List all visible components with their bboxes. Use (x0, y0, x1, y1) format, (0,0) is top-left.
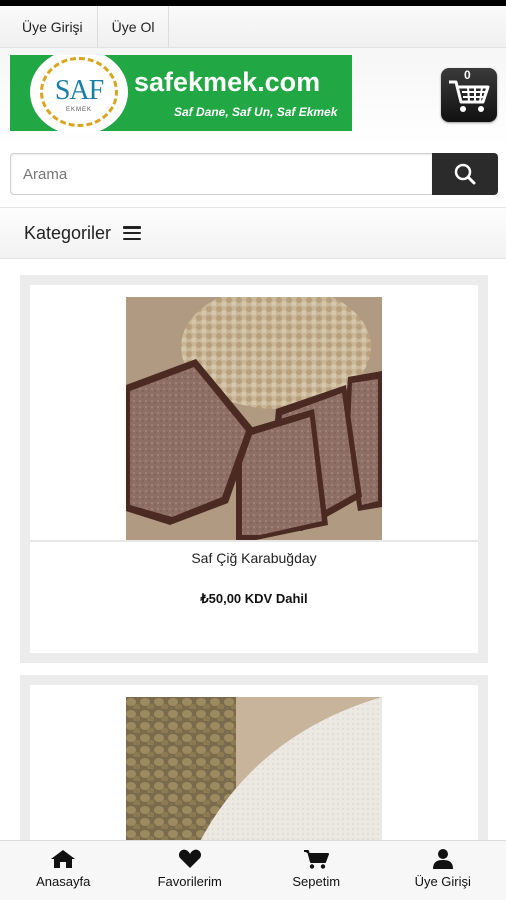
nav-home-label: Anasayfa (36, 874, 91, 889)
nav-favorites[interactable]: Favorilerim (127, 841, 254, 900)
search-input[interactable] (10, 153, 432, 195)
home-icon (51, 850, 76, 868)
search-bar (10, 153, 498, 195)
search-button[interactable] (432, 153, 498, 195)
product-image-buckwheat-flour[interactable] (126, 697, 382, 840)
nav-cart[interactable]: Sepetim (253, 841, 380, 900)
product-image-buckwheat-bread[interactable] (126, 297, 382, 540)
shopping-cart-icon (449, 80, 490, 112)
search-icon (454, 163, 476, 185)
nav-favorites-label: Favorilerim (157, 874, 222, 889)
user-icon (432, 849, 453, 869)
site-header: SAF EKMEK safekmek.com Saf Dane, Saf Un,… (0, 48, 506, 146)
categories-label: Kategoriler (24, 222, 112, 243)
site-logo[interactable]: SAF EKMEK safekmek.com Saf Dane, Saf Un,… (10, 55, 352, 131)
categories-toggle[interactable]: Kategoriler (0, 207, 506, 259)
logo-seal: SAF EKMEK (30, 55, 128, 131)
cart-icon (304, 850, 330, 869)
top-links-bar: Üye Girişi Üye Ol (0, 6, 506, 48)
cart-button[interactable]: 0 (441, 68, 497, 122)
product-price: ₺50,00 KDV Dahil (200, 591, 308, 606)
product-card[interactable]: Saf Çiğ Karabuğday ₺50,00 KDV Dahil (20, 275, 488, 663)
register-link[interactable]: Üye Ol (98, 6, 170, 47)
nav-cart-label: Sepetim (292, 874, 341, 889)
bottom-navigation: Anasayfa Favorilerim Sepetim Üye Girişi (0, 840, 506, 900)
logo-tagline: Saf Dane, Saf Un, Saf Ekmek (174, 105, 338, 119)
product-list: Saf Çiğ Karabuğday ₺50,00 KDV Dahil (0, 259, 506, 840)
hamburger-menu-icon (123, 226, 142, 240)
seal-subtext: EKMEK (65, 107, 92, 113)
logo-site-name: safekmek.com (134, 67, 321, 97)
heart-icon (178, 849, 201, 868)
nav-home[interactable]: Anasayfa (0, 841, 127, 900)
nav-login-label: Üye Girişi (414, 874, 471, 889)
nav-login[interactable]: Üye Girişi (380, 841, 506, 900)
product-name[interactable]: Saf Çiğ Karabuğday (30, 550, 478, 566)
seal-text: SAF (54, 75, 104, 106)
login-link[interactable]: Üye Girişi (0, 6, 98, 47)
product-card[interactable] (20, 675, 488, 840)
